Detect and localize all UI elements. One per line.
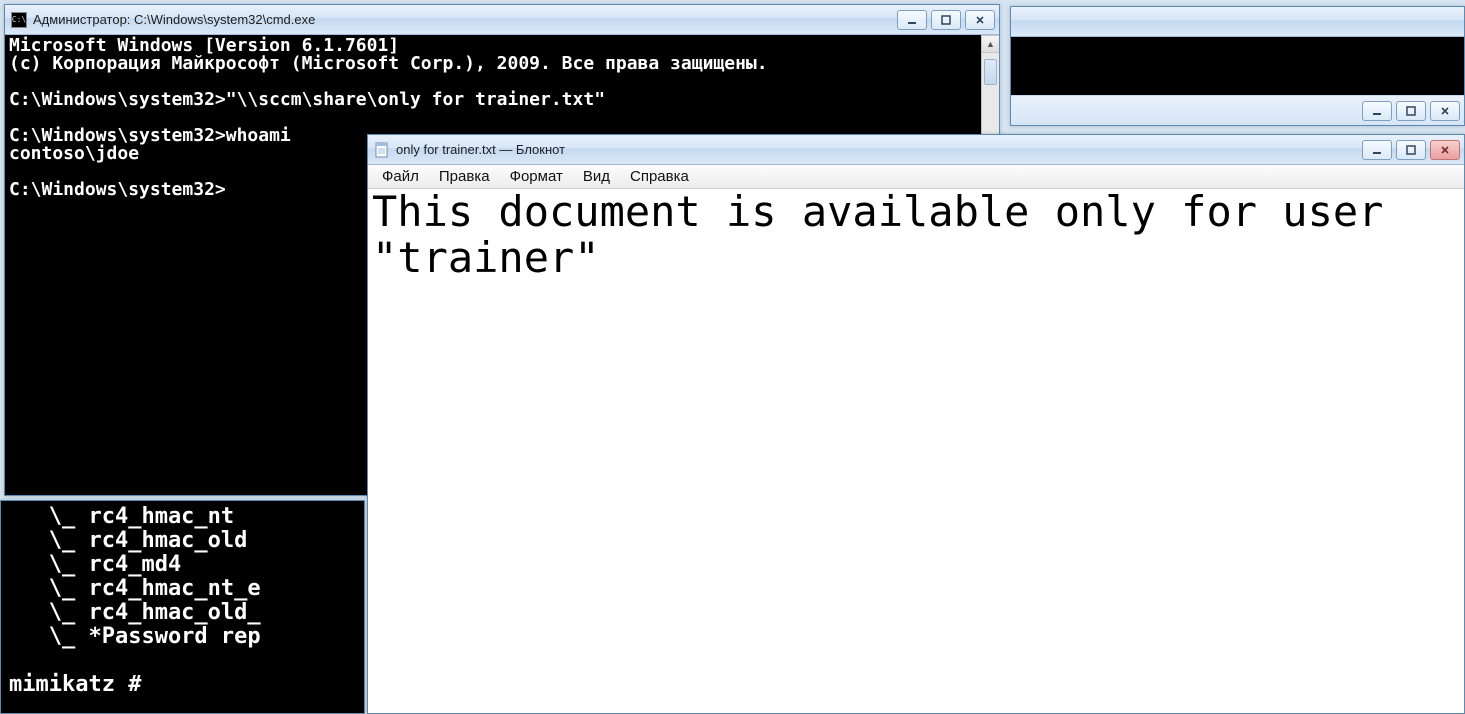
maximize-icon (1405, 105, 1417, 117)
minimize-icon (1371, 144, 1383, 156)
bg-close-button[interactable] (1430, 101, 1460, 121)
minimize-icon (906, 14, 918, 26)
cmd-app-icon: C:\ (11, 12, 27, 28)
minimize-icon (1371, 105, 1383, 117)
notepad-window-controls (1362, 140, 1460, 160)
menu-format[interactable]: Формат (502, 167, 571, 186)
close-icon (974, 14, 986, 26)
menu-file[interactable]: Файл (374, 167, 427, 186)
notepad-minimize-button[interactable] (1362, 140, 1392, 160)
mimikatz-output[interactable]: \_ rc4_hmac_nt \_ rc4_hmac_old \_ rc4_md… (1, 501, 364, 713)
cmd-titlebar[interactable]: C:\ Администратор: C:\Windows\system32\c… (5, 5, 999, 35)
notepad-titlebar[interactable]: only for trainer.txt — Блокнот (368, 135, 1464, 165)
cmd-maximize-button[interactable] (931, 10, 961, 30)
cmd-minimize-button[interactable] (897, 10, 927, 30)
bg-maximize-button[interactable] (1396, 101, 1426, 121)
notepad-text-area[interactable]: This document is available only for user… (368, 189, 1464, 713)
notepad-maximize-button[interactable] (1396, 140, 1426, 160)
maximize-icon (940, 14, 952, 26)
menu-view[interactable]: Вид (575, 167, 618, 186)
mimikatz-window: \_ rc4_hmac_nt \_ rc4_hmac_old \_ rc4_md… (0, 500, 365, 714)
notepad-close-button[interactable] (1430, 140, 1460, 160)
maximize-icon (1405, 144, 1417, 156)
cmd-window-title: Администратор: C:\Windows\system32\cmd.e… (33, 12, 891, 27)
menu-help[interactable]: Справка (622, 167, 697, 186)
background-window-controls-row (1011, 95, 1464, 125)
cmd-close-button[interactable] (965, 10, 995, 30)
background-window (1010, 6, 1465, 126)
cmd-scrollbar-thumb[interactable] (984, 59, 997, 85)
notepad-window: only for trainer.txt — Блокнот Файл Прав… (367, 134, 1465, 714)
background-window-titlebar[interactable] (1011, 7, 1464, 37)
notepad-window-title: only for trainer.txt — Блокнот (396, 142, 1356, 157)
cmd-window-controls (897, 10, 995, 30)
background-window-body (1011, 37, 1464, 95)
menu-edit[interactable]: Правка (431, 167, 498, 186)
bg-minimize-button[interactable] (1362, 101, 1392, 121)
close-icon (1439, 144, 1451, 156)
scroll-up-arrow-icon[interactable]: ▲ (982, 35, 999, 53)
notepad-menubar: Файл Правка Формат Вид Справка (368, 165, 1464, 189)
notepad-app-icon (374, 142, 390, 158)
close-icon (1439, 105, 1451, 117)
